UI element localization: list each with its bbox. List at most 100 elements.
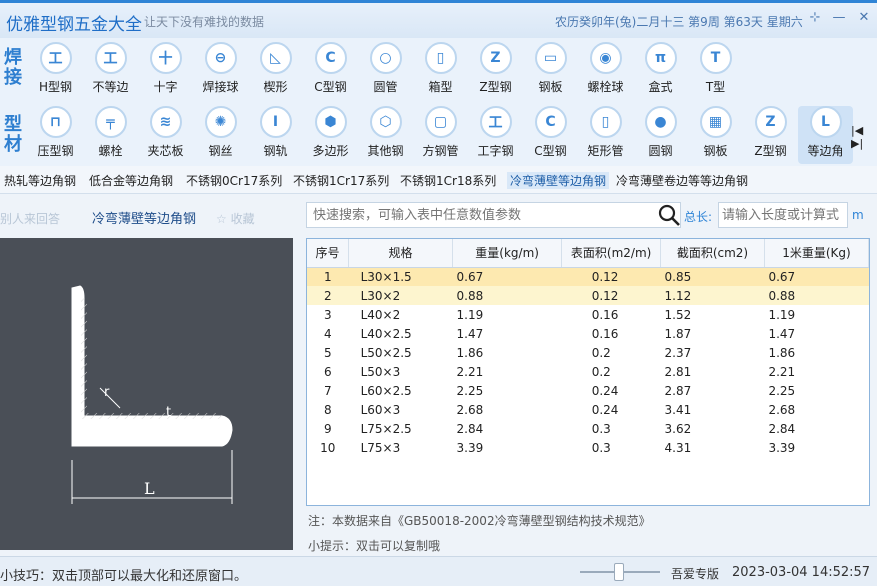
tool-row2-13[interactable]: Z Z型钢: [743, 106, 798, 164]
table-cell[interactable]: 1: [307, 267, 349, 286]
table-cell[interactable]: 2.68: [764, 400, 868, 419]
table-cell[interactable]: 1.86: [764, 343, 868, 362]
table-cell[interactable]: L30×1.5: [348, 267, 453, 286]
table-cell[interactable]: 10: [307, 438, 349, 457]
tool-row1-0[interactable]: 工 H型钢: [28, 42, 83, 100]
table-row[interactable]: 1 L30×1.5 0.67 0.12 0.85 0.67: [307, 267, 869, 286]
column-header[interactable]: 截面积(cm2): [660, 239, 765, 268]
tool-row2-7[interactable]: ▢ 方钢管: [413, 106, 468, 164]
table-cell[interactable]: 0.2: [562, 362, 661, 381]
search-icon[interactable]: [656, 202, 682, 228]
table-cell[interactable]: 2.84: [453, 419, 562, 438]
table-row[interactable]: 5 L50×2.5 1.86 0.2 2.37 1.86: [307, 343, 869, 362]
table-cell[interactable]: 1.47: [453, 324, 562, 343]
table-cell[interactable]: 2.81: [661, 362, 765, 381]
table-cell[interactable]: 0.16: [562, 324, 661, 343]
column-header[interactable]: 重量(kg/m): [452, 239, 563, 268]
table-row[interactable]: 2 L30×2 0.88 0.12 1.12 0.88: [307, 286, 869, 305]
table-cell[interactable]: 0.88: [764, 286, 869, 305]
table-cell[interactable]: 0.16: [562, 305, 661, 324]
tool-row1-4[interactable]: ◺ 楔形: [248, 42, 303, 100]
table-cell[interactable]: 0.12: [561, 267, 661, 286]
table-cell[interactable]: 1.47: [764, 324, 868, 343]
tool-row1-12[interactable]: T T型: [688, 42, 743, 100]
tool-row2-10[interactable]: ▯ 矩形管: [578, 106, 633, 164]
table-cell[interactable]: 5: [307, 343, 349, 362]
table-cell[interactable]: 8: [307, 400, 349, 419]
table-cell[interactable]: 6: [307, 362, 349, 381]
close-button[interactable]: ✕: [857, 11, 871, 25]
table-cell[interactable]: 9: [307, 419, 349, 438]
table-cell[interactable]: 0.3: [562, 419, 661, 438]
table-cell[interactable]: L50×2.5: [349, 343, 453, 362]
table-cell[interactable]: L50×3: [349, 362, 453, 381]
length-input[interactable]: [719, 203, 843, 227]
table-cell[interactable]: 0.24: [562, 381, 661, 400]
category-tab[interactable]: 不锈钢1Cr17系列: [293, 172, 389, 189]
tool-row2-4[interactable]: I 钢轨: [248, 106, 303, 164]
table-cell[interactable]: 4: [307, 324, 349, 343]
category-tab[interactable]: 冷弯薄壁等边角钢: [507, 172, 610, 189]
tool-row2-9[interactable]: C C型钢: [523, 106, 578, 164]
table-cell[interactable]: 2.37: [661, 343, 765, 362]
table-row[interactable]: 8 L60×3 2.68 0.24 3.41 2.68: [307, 400, 869, 419]
tool-row2-0[interactable]: ⊓ 压型钢: [28, 106, 83, 164]
table-cell[interactable]: L75×3: [349, 438, 453, 457]
table-cell[interactable]: L60×2.5: [349, 381, 453, 400]
tool-row1-5[interactable]: C C型钢: [303, 42, 358, 100]
table-row[interactable]: 6 L50×3 2.21 0.2 2.81 2.21: [307, 362, 869, 381]
category-tab[interactable]: 不锈钢0Cr17系列: [186, 172, 282, 189]
table-row[interactable]: 7 L60×2.5 2.25 0.24 2.87 2.25: [307, 381, 869, 400]
tool-row2-2[interactable]: ≋ 夹芯板: [138, 106, 193, 164]
table-cell[interactable]: 2.21: [764, 362, 868, 381]
table-cell[interactable]: 1.12: [660, 286, 765, 305]
table-cell[interactable]: 0.88: [452, 286, 562, 305]
table-cell[interactable]: 0.3: [562, 438, 661, 457]
table-row[interactable]: 4 L40×2.5 1.47 0.16 1.87 1.47: [307, 324, 869, 343]
table-cell[interactable]: 2.25: [764, 381, 868, 400]
tool-row1-2[interactable]: 十十字: [138, 42, 193, 100]
column-header[interactable]: 序号: [307, 239, 350, 268]
table-cell[interactable]: 7: [307, 381, 349, 400]
category-tab[interactable]: 冷弯薄壁卷边等等边角钢: [616, 172, 748, 189]
table-row[interactable]: 9 L75×2.5 2.84 0.3 3.62 2.84: [307, 419, 869, 438]
table-cell[interactable]: 1.19: [764, 305, 868, 324]
title-bar[interactable]: 优雅型钢五金大全 让天下没有难找的数据 农历癸卯年(兔)二月十三 第9周 第63…: [0, 0, 877, 38]
category-tab[interactable]: 低合金等边角钢: [89, 172, 173, 189]
tool-row2-6[interactable]: ⬡ 其他钢: [358, 106, 413, 164]
table-cell[interactable]: 3: [307, 305, 349, 324]
table-cell[interactable]: 2.68: [453, 400, 562, 419]
category-tab[interactable]: 不锈钢1Cr18系列: [400, 172, 496, 189]
tool-row2-3[interactable]: ✺ 钢丝: [193, 106, 248, 164]
table-cell[interactable]: 1.86: [453, 343, 562, 362]
table-row[interactable]: 3 L40×2 1.19 0.16 1.52 1.19: [307, 305, 869, 324]
table-cell[interactable]: L40×2.5: [349, 324, 453, 343]
table-cell[interactable]: 2.25: [453, 381, 562, 400]
column-header[interactable]: 表面积(m2/m): [561, 239, 661, 268]
table-cell[interactable]: 0.24: [562, 400, 661, 419]
table-cell[interactable]: L40×2: [349, 305, 453, 324]
table-cell[interactable]: 1.52: [661, 305, 765, 324]
table-cell[interactable]: 2.21: [453, 362, 562, 381]
table-cell[interactable]: L60×3: [349, 400, 453, 419]
tool-row1-8[interactable]: Z Z型钢: [468, 42, 523, 100]
table-cell[interactable]: 2: [307, 286, 349, 305]
length-box[interactable]: [718, 202, 848, 228]
pin-icon[interactable]: ⊹: [808, 11, 822, 25]
tool-row1-6[interactable]: ○ 圆管: [358, 42, 413, 100]
column-header[interactable]: 1米重量(Kg): [764, 239, 870, 268]
opacity-slider-thumb[interactable]: [614, 563, 624, 581]
column-header[interactable]: 规格: [348, 239, 454, 268]
tool-row1-9[interactable]: ▭ 钢板: [523, 42, 578, 100]
table-cell[interactable]: 0.12: [561, 286, 661, 305]
search-input[interactable]: [307, 203, 647, 227]
search-box[interactable]: [306, 202, 681, 228]
tool-row1-10[interactable]: ◉ 螺栓球: [578, 42, 633, 100]
table-cell[interactable]: 1.87: [661, 324, 765, 343]
table-cell[interactable]: 3.62: [661, 419, 765, 438]
table-cell[interactable]: L30×2: [348, 286, 453, 305]
tool-row2-12[interactable]: ▦ 钢板: [688, 106, 743, 164]
table-cell[interactable]: 3.41: [661, 400, 765, 419]
minimize-button[interactable]: —: [832, 11, 846, 25]
table-cell[interactable]: 3.39: [764, 438, 868, 457]
